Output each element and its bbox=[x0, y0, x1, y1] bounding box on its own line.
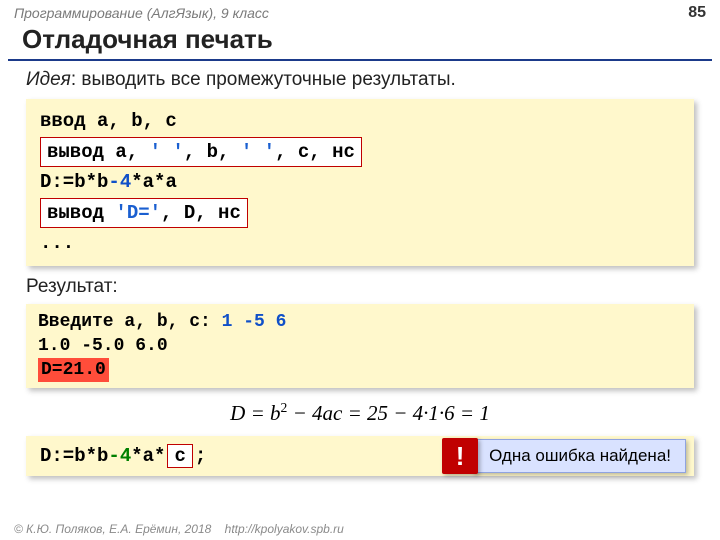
formula: D = b2 − 4ac = 25 − 4·1·6 = 1 bbox=[26, 400, 694, 426]
exclamation-icon: ! bbox=[442, 438, 478, 474]
page-title: Отладочная печать bbox=[22, 24, 698, 55]
callout-message: Одна ошибка найдена! bbox=[472, 439, 686, 473]
result-line-2: 1.0 -5.0 6.0 bbox=[38, 334, 682, 358]
fix-post: ; bbox=[195, 445, 206, 467]
result-block: Введите a, b, c: 1 -5 6 1.0 -5.0 6.0 D=2… bbox=[26, 304, 694, 389]
result-label: Результат: bbox=[26, 276, 694, 298]
footer: © К.Ю. Поляков, Е.А. Ерёмин, 2018 http:/… bbox=[14, 522, 344, 536]
fix-minus4: -4 bbox=[108, 445, 131, 467]
header-bar: Программирование (АлгЯзык), 9 класс 85 bbox=[0, 0, 720, 24]
result-line-3: D=21.0 bbox=[38, 358, 682, 382]
code-line-1: ввод a, b, c bbox=[40, 107, 680, 136]
idea-line: Идея: выводить все промежуточные результ… bbox=[26, 69, 694, 91]
code-line-2: вывод a, ' ', b, ' ', c, нс bbox=[40, 136, 680, 169]
footer-url: http://kpolyakov.spb.ru bbox=[225, 522, 344, 536]
idea-text: : выводить все промежуточные результаты. bbox=[71, 69, 456, 90]
highlight-output-2: вывод 'D=', D, нс bbox=[40, 198, 248, 229]
callout: ! Одна ошибка найдена! bbox=[442, 438, 686, 474]
fix-pre: D:=b*b bbox=[40, 445, 108, 467]
fix-code-block: D:=b*b-4*a*c; ! Одна ошибка найдена! bbox=[26, 436, 694, 476]
code-line-4: вывод 'D=', D, нс bbox=[40, 197, 680, 230]
error-value: D=21.0 bbox=[38, 358, 109, 382]
fix-mid: *a* bbox=[131, 445, 165, 467]
code-line-5: ... bbox=[40, 229, 680, 258]
page-number: 85 bbox=[688, 4, 706, 22]
course-label: Программирование (АлгЯзык), 9 класс bbox=[14, 5, 269, 21]
copyright: © К.Ю. Поляков, Е.А. Ерёмин, 2018 bbox=[14, 522, 211, 536]
fix-c-box: c bbox=[167, 444, 192, 468]
content: Идея: выводить все промежуточные результ… bbox=[0, 69, 720, 476]
result-line-1: Введите a, b, c: 1 -5 6 bbox=[38, 310, 682, 334]
idea-label: Идея bbox=[26, 69, 71, 90]
code-line-3: D:=b*b-4*a*a bbox=[40, 168, 680, 197]
highlight-output-1: вывод a, ' ', b, ' ', c, нс bbox=[40, 137, 362, 168]
title-block: Отладочная печать bbox=[8, 24, 712, 61]
code-block: ввод a, b, c вывод a, ' ', b, ' ', c, нс… bbox=[26, 99, 694, 266]
